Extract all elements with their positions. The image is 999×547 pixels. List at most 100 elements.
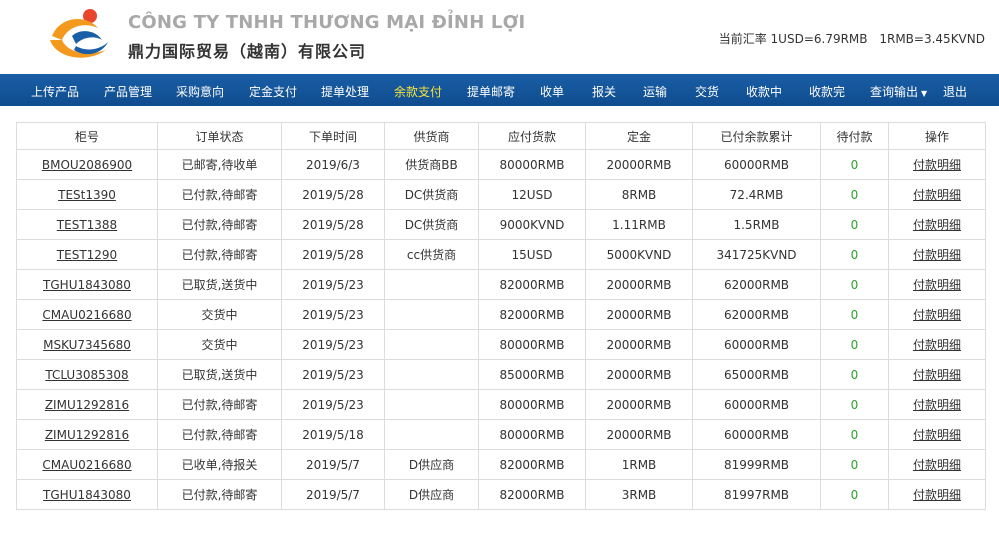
col-supplier: 供货商 — [384, 122, 479, 150]
payment-detail-link[interactable]: 付款明细 — [913, 188, 961, 202]
cell-supplier: cc供货商 — [384, 239, 479, 270]
cell-payable: 82000RMB — [478, 299, 586, 330]
payment-detail-link[interactable]: 付款明细 — [913, 458, 961, 472]
nav-collecting[interactable]: 收款中 — [746, 83, 782, 100]
cell-paid-balance: 62000RMB — [692, 269, 821, 300]
cell-order-status: 交货中 — [157, 299, 282, 330]
payment-detail-link[interactable]: 付款明细 — [913, 248, 961, 262]
cell-pending: 0 — [820, 209, 889, 240]
table-row: ZIMU1292816 已付款,待邮寄 2019/5/23 80000RMB 20000… — [16, 389, 986, 420]
nav-product-management[interactable]: 产品管理 — [104, 83, 152, 100]
container-link[interactable]: TEST1388 — [57, 218, 117, 232]
nav-collected[interactable]: 收款完 — [809, 83, 845, 100]
container-link[interactable]: TEST1290 — [57, 248, 117, 262]
nav-query-export[interactable]: 查询输出 ▼ — [870, 83, 927, 100]
cell-paid-balance: 60000RMB — [692, 149, 821, 180]
cell-paid-balance: 62000RMB — [692, 299, 821, 330]
cell-container-no: TEST1388 — [16, 209, 158, 240]
cell-paid-balance: 81999RMB — [692, 449, 821, 480]
col-container-no: 柜号 — [16, 122, 158, 150]
cell-order-time: 2019/5/23 — [281, 329, 385, 360]
payment-detail-link[interactable]: 付款明细 — [913, 218, 961, 232]
cell-container-no: TCLU3085308 — [16, 359, 158, 390]
table-row: MSKU7345680 交货中 2019/5/23 80000RMB 20000RMB 6… — [16, 329, 986, 360]
table-row: TCLU3085308 已取货,送货中 2019/5/23 85000RMB 20000… — [16, 359, 986, 390]
nav-purchase-intent[interactable]: 采购意向 — [176, 83, 224, 100]
cell-payable: 12USD — [478, 179, 586, 210]
cell-deposit: 20000RMB — [585, 389, 693, 420]
cell-action: 付款明细 — [888, 329, 986, 360]
cell-action: 付款明细 — [888, 149, 986, 180]
nav-deposit-payment[interactable]: 定金支付 — [249, 83, 297, 100]
container-link[interactable]: BMOU2086900 — [42, 158, 132, 172]
cell-order-time: 2019/5/23 — [281, 269, 385, 300]
container-link[interactable]: CMAU0216680 — [42, 458, 131, 472]
payment-detail-link[interactable]: 付款明细 — [913, 278, 961, 292]
cell-action: 付款明细 — [888, 449, 986, 480]
table-header-row: 柜号 订单状态 下单时间 供货商 应付货款 定金 已付余款累计 待付款 操作 — [16, 122, 986, 150]
cell-payable: 80000RMB — [478, 389, 586, 420]
payment-detail-link[interactable]: 付款明细 — [913, 158, 961, 172]
nav-query-export-label: 查询输出 — [870, 85, 919, 99]
nav-delivery[interactable]: 交货 — [695, 83, 719, 100]
nav-receive-bill[interactable]: 收单 — [540, 83, 564, 100]
col-paid-balance: 已付余款累计 — [692, 122, 821, 150]
cell-action: 付款明细 — [888, 359, 986, 390]
cell-paid-balance: 60000RMB — [692, 419, 821, 450]
cell-action: 付款明细 — [888, 239, 986, 270]
cell-order-status: 已付款,待邮寄 — [157, 179, 282, 210]
cell-supplier — [384, 269, 479, 300]
cell-supplier: D供应商 — [384, 449, 479, 480]
container-link[interactable]: TGHU1843080 — [43, 278, 131, 292]
payment-detail-link[interactable]: 付款明细 — [913, 428, 961, 442]
cell-order-time: 2019/5/28 — [281, 239, 385, 270]
nav-bill-processing[interactable]: 提单处理 — [321, 83, 369, 100]
nav-balance-payment[interactable]: 余款支付 — [394, 83, 442, 100]
cell-deposit: 5000KVND — [585, 239, 693, 270]
table-row: TGHU1843080 已付款,待邮寄 2019/5/7 D供应商 82000RMB 3R… — [16, 479, 986, 510]
rate-kvnd: 1RMB=3.45KVND — [879, 32, 985, 46]
cell-order-time: 2019/5/28 — [281, 209, 385, 240]
cell-supplier — [384, 329, 479, 360]
cell-payable: 85000RMB — [478, 359, 586, 390]
cell-deposit: 20000RMB — [585, 419, 693, 450]
container-link[interactable]: TGHU1843080 — [43, 488, 131, 502]
nav-customs[interactable]: 报关 — [592, 83, 616, 100]
cell-deposit: 20000RMB — [585, 299, 693, 330]
table-row: TEST1290 已付款,待邮寄 2019/5/28 cc供货商 15USD 5000KV… — [16, 239, 986, 270]
container-link[interactable]: MSKU7345680 — [43, 338, 131, 352]
container-link[interactable]: ZIMU1292816 — [45, 428, 129, 442]
main-nav: 上传产品 产品管理 采购意向 定金支付 提单处理 余款支付 提单邮寄 收单 报关… — [0, 74, 999, 106]
payment-detail-link[interactable]: 付款明细 — [913, 368, 961, 382]
cell-container-no: TEST1290 — [16, 239, 158, 270]
table-row: TEST1388 已付款,待邮寄 2019/5/28 DC供货商 9000KVND 1.1… — [16, 209, 986, 240]
cell-order-status: 已取货,送货中 — [157, 269, 282, 300]
container-link[interactable]: ZIMU1292816 — [45, 398, 129, 412]
payment-detail-link[interactable]: 付款明细 — [913, 398, 961, 412]
cell-action: 付款明细 — [888, 389, 986, 420]
nav-bill-mailing[interactable]: 提单邮寄 — [467, 83, 515, 100]
cell-supplier: DC供货商 — [384, 209, 479, 240]
payment-detail-link[interactable]: 付款明细 — [913, 338, 961, 352]
nav-upload-products[interactable]: 上传产品 — [31, 83, 79, 100]
container-link[interactable]: TESt1390 — [58, 188, 116, 202]
nav-transport[interactable]: 运输 — [643, 83, 667, 100]
cell-order-status: 已收单,待报关 — [157, 449, 282, 480]
cell-action: 付款明细 — [888, 209, 986, 240]
cell-pending: 0 — [820, 449, 889, 480]
cell-pending: 0 — [820, 389, 889, 420]
payment-table-container: 柜号 订单状态 下单时间 供货商 应付货款 定金 已付余款累计 待付款 操作 B… — [16, 122, 986, 510]
cell-pending: 0 — [820, 359, 889, 390]
nav-logout[interactable]: 退出 — [943, 83, 967, 100]
cell-paid-balance: 341725KVND — [692, 239, 821, 270]
cell-order-time: 2019/5/23 — [281, 359, 385, 390]
cell-order-time: 2019/6/3 — [281, 149, 385, 180]
payment-detail-link[interactable]: 付款明细 — [913, 308, 961, 322]
container-link[interactable]: CMAU0216680 — [42, 308, 131, 322]
container-link[interactable]: TCLU3085308 — [45, 368, 128, 382]
cell-order-time: 2019/5/18 — [281, 419, 385, 450]
cell-order-status: 已付款,待邮寄 — [157, 209, 282, 240]
payment-detail-link[interactable]: 付款明细 — [913, 488, 961, 502]
cell-supplier: DC供货商 — [384, 179, 479, 210]
cell-order-time: 2019/5/23 — [281, 299, 385, 330]
